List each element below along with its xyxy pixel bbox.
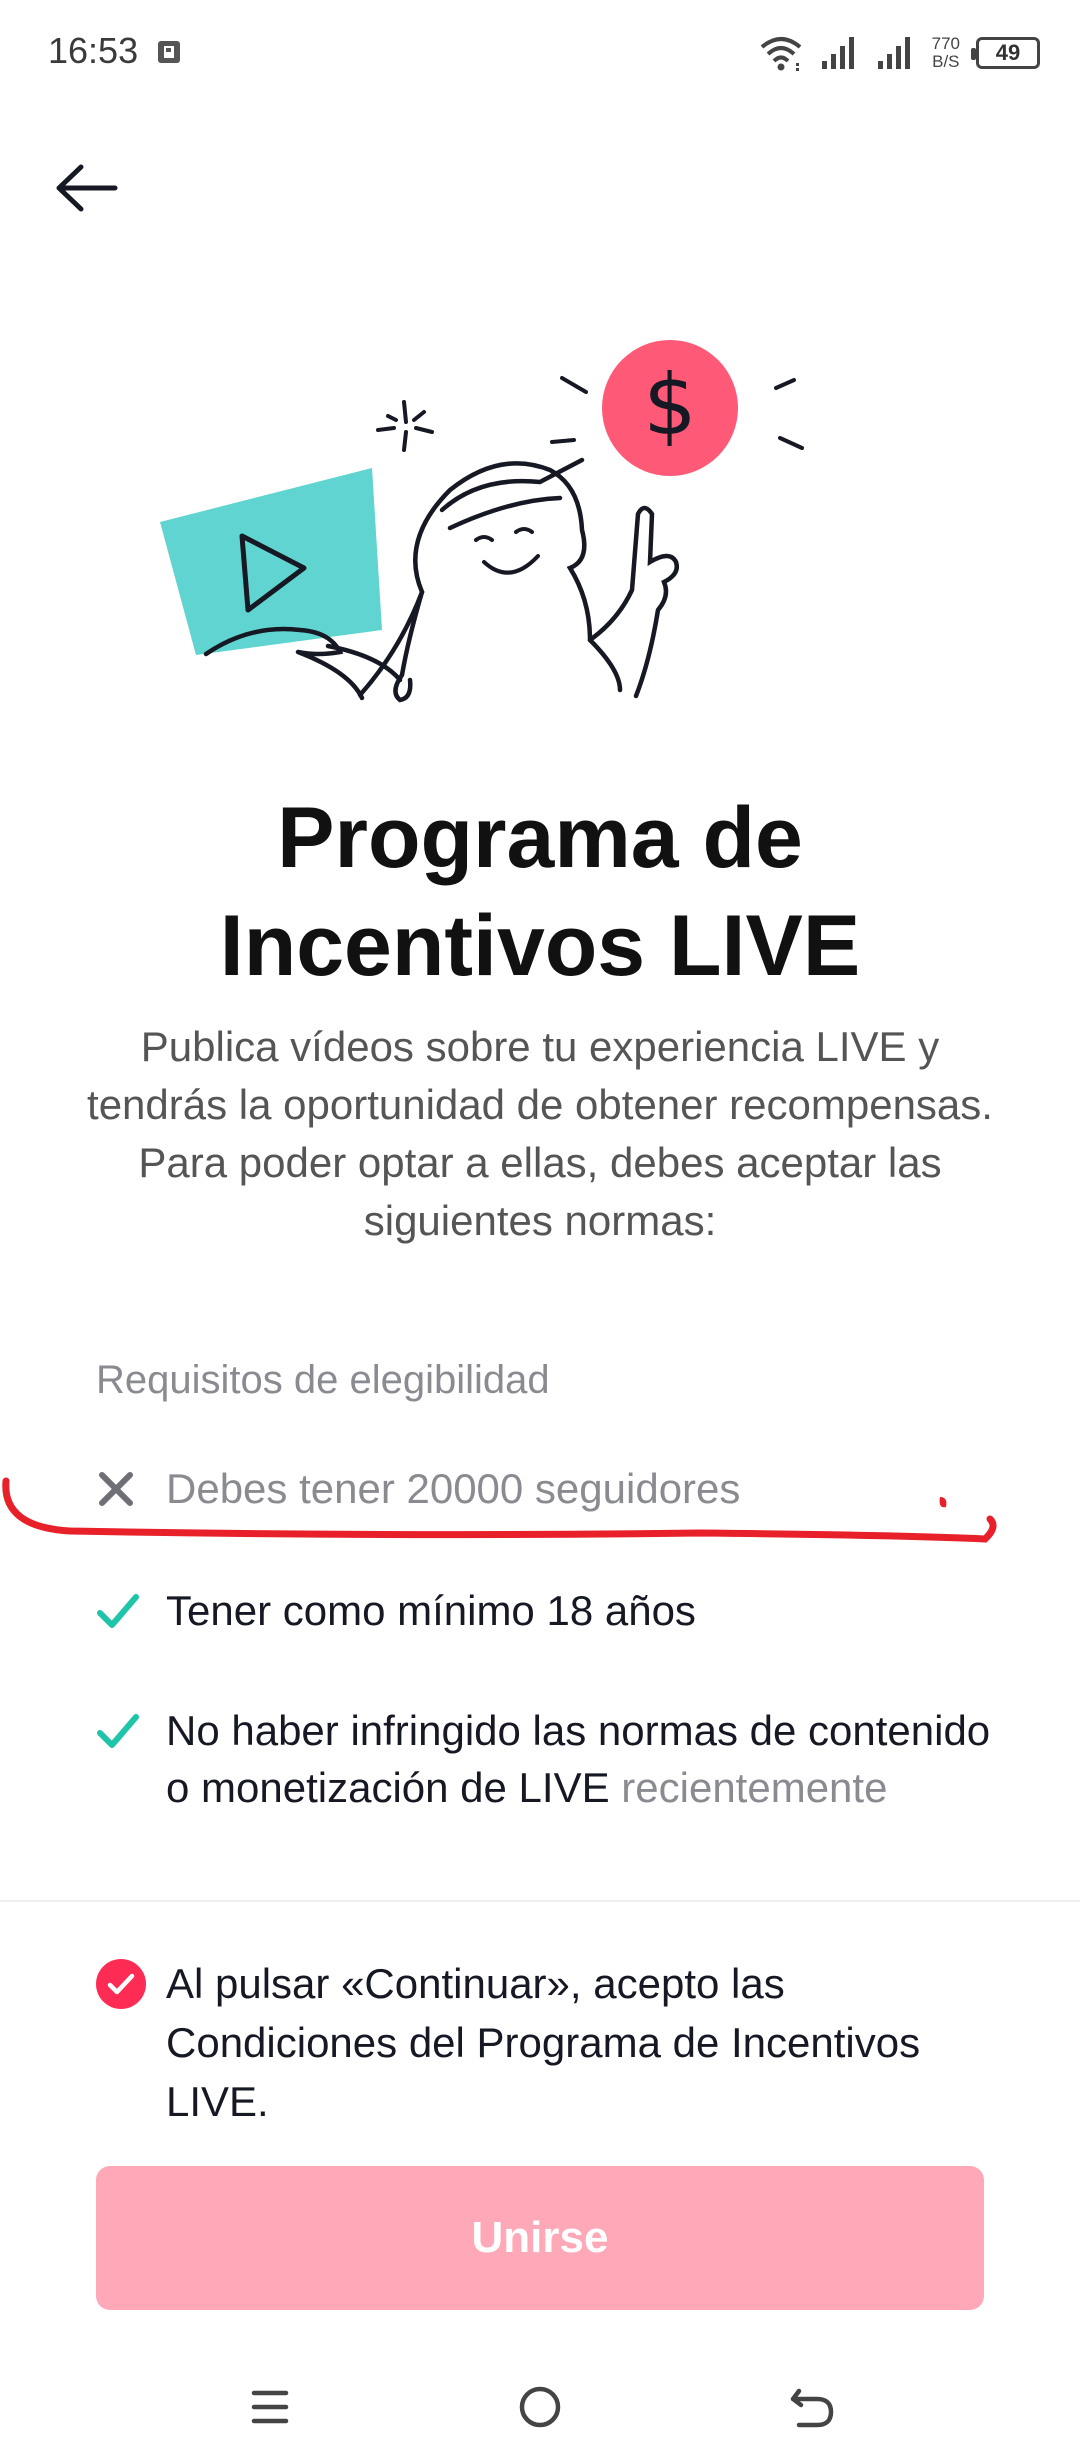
- network-speed-value: 770: [931, 34, 960, 53]
- live-incentive-illustration: $: [160, 340, 804, 703]
- page-title: Programa de Incentivos LIVE: [0, 784, 1080, 1000]
- consent-prefix: Al pulsar «Continuar», acepto las: [166, 1960, 785, 2007]
- page-description: Publica vídeos sobre tu experiencia LIVE…: [87, 1023, 993, 1244]
- nav-menu-button[interactable]: [230, 2372, 310, 2442]
- status-bar: 16:53 770 B/S 49: [0, 0, 1080, 110]
- requirement-no-violations: No haber infringido las normas de conten…: [96, 1702, 996, 1816]
- check-icon: [96, 1582, 166, 1640]
- consent-checkbox[interactable]: [96, 1959, 146, 2009]
- network-speed: 770 B/S: [932, 35, 960, 71]
- arrow-left-icon: [56, 164, 118, 212]
- annotation-underline: [2, 1477, 997, 1543]
- requirement-age: Tener como mínimo 18 años: [96, 1582, 996, 1640]
- system-nav-bar: [0, 2360, 1080, 2460]
- status-right: 770 B/S 49: [758, 30, 1040, 76]
- signal-icon-1: [821, 37, 854, 69]
- menu-icon: [251, 2390, 289, 2424]
- home-circle-icon: [519, 2386, 561, 2428]
- wifi-icon: [760, 37, 801, 71]
- requirement-text: Tener como mínimo 18 años: [166, 1587, 696, 1634]
- svg-text:$: $: [643, 356, 696, 454]
- terms-link[interactable]: Condiciones del Programa de Incentivos L…: [166, 2019, 920, 2125]
- battery-indicator: 49: [971, 37, 1040, 69]
- consent-text: Al pulsar «Continuar», acepto las Condic…: [166, 1954, 996, 2131]
- checkmark-icon: [107, 1973, 135, 1995]
- requirement-text: No haber infringido las normas de conten…: [166, 1702, 996, 1816]
- requirement-text-tail: recientemente: [621, 1764, 888, 1811]
- nav-home-button[interactable]: [500, 2372, 580, 2442]
- check-icon: [96, 1702, 166, 1760]
- battery-level: 49: [995, 40, 1021, 65]
- join-button[interactable]: Unirse: [96, 2166, 984, 2310]
- nav-back-button[interactable]: [772, 2372, 852, 2442]
- terms-consent: Al pulsar «Continuar», acepto las Condic…: [96, 1954, 996, 2131]
- page-title-line1: Programa de: [277, 790, 803, 886]
- network-speed-unit: B/S: [932, 52, 960, 71]
- app-notification-icon: [158, 41, 180, 63]
- eligibility-label: Requisitos de elegibilidad: [96, 1358, 550, 1402]
- back-icon: [790, 2388, 834, 2428]
- divider: [0, 1900, 1080, 1902]
- status-time: 16:53: [48, 30, 139, 71]
- back-button[interactable]: [48, 150, 124, 226]
- signal-icon-2: [877, 37, 910, 69]
- page-title-line2: Incentivos LIVE: [219, 898, 861, 994]
